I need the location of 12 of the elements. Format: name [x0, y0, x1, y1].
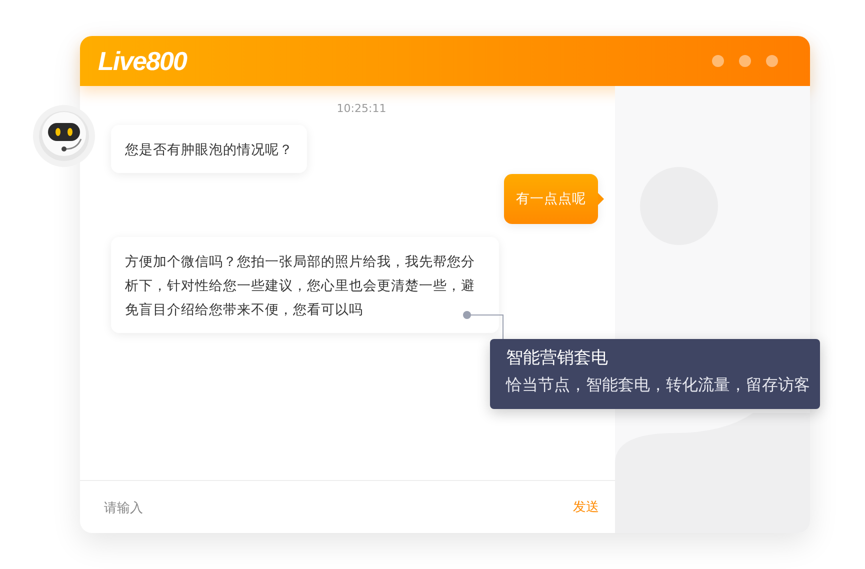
tooltip-title: 智能营销套电	[506, 347, 609, 370]
window-dot-icon	[712, 55, 724, 67]
send-button[interactable]: 发送	[573, 498, 599, 516]
message-bubble: 您是否有肿眼泡的情况呢？	[111, 125, 307, 173]
logo: Live800	[98, 46, 186, 76]
window-dot-icon	[739, 55, 751, 67]
bubble-tail-icon	[598, 193, 604, 205]
tooltip-text: 恰当节点，智能套电，转化流量，留存访客	[506, 374, 810, 396]
message-bubble: 方便加个微信吗？您拍一张局部的照片给我，我先帮您分析下，针对性给您一些建议，您心里也会更清楚一些，避免盲目介绍给您带来不便，您看可以吗	[111, 237, 499, 333]
window-dot-icon	[766, 55, 778, 67]
message-input-field[interactable]: 请输入	[102, 498, 306, 516]
timestamp: 10:25:11	[336, 102, 386, 115]
